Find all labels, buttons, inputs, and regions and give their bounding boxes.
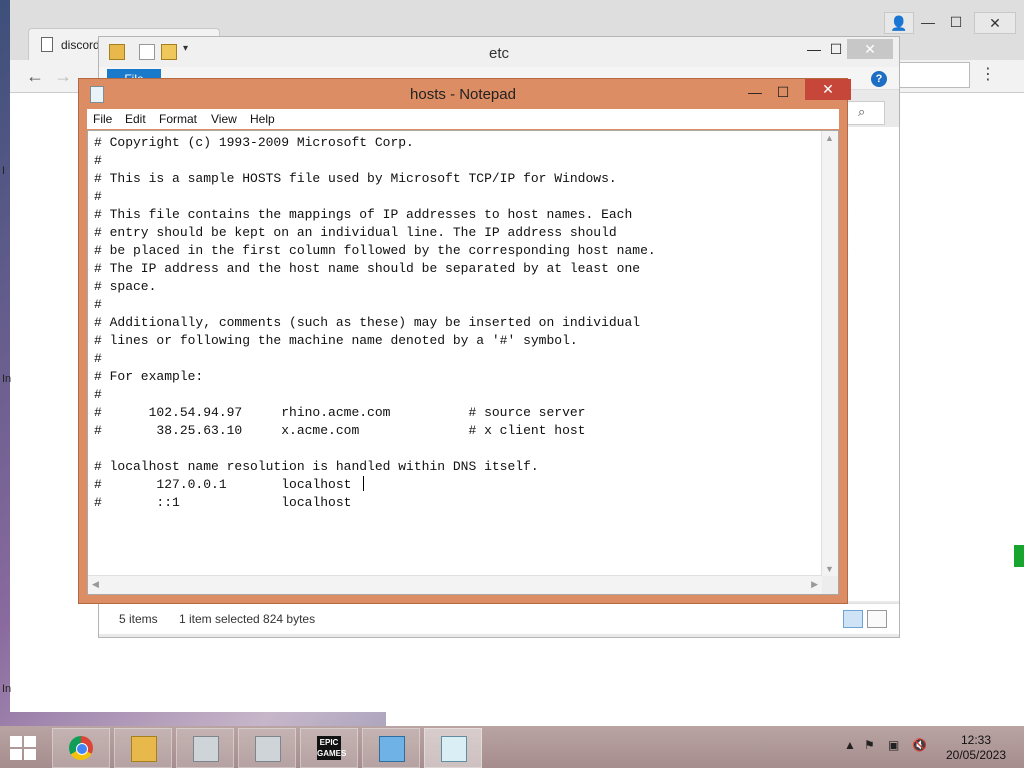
- text-caret: [363, 476, 364, 491]
- notepad-title: hosts - Notepad: [410, 86, 516, 103]
- taskbar-chrome[interactable]: [52, 728, 110, 768]
- page-fragment: In: [2, 683, 12, 695]
- page-green-element: [1014, 545, 1024, 567]
- chrome-icon: [69, 736, 93, 760]
- epic-games-icon: EPIC GAMES: [317, 736, 347, 760]
- page-icon: [41, 37, 53, 52]
- notepad-close-button[interactable]: ✕: [805, 79, 851, 100]
- scroll-up-icon[interactable]: ▲: [825, 133, 834, 143]
- network-icon[interactable]: ▣: [888, 738, 899, 752]
- explorer-close-button[interactable]: ✕: [847, 39, 893, 59]
- vertical-scrollbar[interactable]: ▲ ▼: [821, 131, 838, 576]
- chrome-menu-icon[interactable]: ⋮: [980, 64, 996, 84]
- hosts-file-content[interactable]: # Copyright (c) 1993-2009 Microsoft Corp…: [94, 134, 656, 512]
- menu-edit[interactable]: Edit: [125, 112, 146, 126]
- chrome-bottom-strip: [386, 704, 1024, 726]
- explorer-title: etc: [488, 45, 509, 62]
- windows-logo-icon: [10, 736, 22, 747]
- scroll-corner: [822, 576, 838, 594]
- search-icon: ⌕: [858, 104, 866, 119]
- explorer-status-bar: 5 items 1 item selected 824 bytes: [99, 603, 899, 634]
- installer-icon: [255, 736, 281, 762]
- chrome-maximize-button[interactable]: ☐: [942, 12, 970, 32]
- tab-title: discord: [61, 38, 100, 52]
- scroll-left-icon[interactable]: ◀: [92, 579, 99, 590]
- taskbar-installer-2[interactable]: [238, 728, 296, 768]
- address-bar[interactable]: [894, 62, 970, 88]
- clock-date: 20/05/2023: [945, 748, 1007, 762]
- details-view-icon[interactable]: [843, 610, 863, 628]
- taskbar-installer-1[interactable]: [176, 728, 234, 768]
- selection-info: 1 item selected 824 bytes: [179, 612, 316, 626]
- show-hidden-icons-icon[interactable]: ▲: [844, 738, 856, 752]
- scroll-down-icon[interactable]: ▼: [825, 564, 834, 574]
- taskbar-control-panel[interactable]: [362, 728, 420, 768]
- menu-file[interactable]: File: [93, 112, 112, 126]
- control-panel-icon: [379, 736, 405, 762]
- folder-icon: [131, 736, 157, 762]
- horizontal-scrollbar[interactable]: ◀ ▶: [88, 575, 822, 594]
- scroll-right-icon[interactable]: ▶: [811, 579, 818, 590]
- help-icon[interactable]: ?: [871, 71, 887, 87]
- menu-help[interactable]: Help: [250, 112, 275, 126]
- menu-view[interactable]: View: [211, 112, 237, 126]
- volume-muted-icon[interactable]: 🔇: [912, 738, 927, 752]
- installer-icon: [193, 736, 219, 762]
- notepad-maximize-button[interactable]: ☐: [769, 82, 797, 102]
- chrome-minimize-button[interactable]: —: [914, 12, 942, 32]
- notepad-icon: [441, 736, 467, 762]
- notepad-text-area[interactable]: # Copyright (c) 1993-2009 Microsoft Corp…: [87, 130, 839, 595]
- profile-button[interactable]: 👤: [884, 12, 914, 34]
- item-count: 5 items: [119, 612, 158, 626]
- taskbar-notepad[interactable]: [424, 728, 482, 768]
- large-icons-view-icon[interactable]: [867, 610, 887, 628]
- notepad-titlebar[interactable]: hosts - Notepad — ☐ ✕: [79, 79, 851, 109]
- taskbar: EPIC GAMES ▲ ⚑ ▣ 🔇: [0, 726, 1024, 768]
- taskbar-clock[interactable]: 12:33 20/05/2023: [936, 733, 1016, 763]
- chrome-close-button[interactable]: ✕: [974, 12, 1016, 34]
- back-arrow-icon[interactable]: ←: [26, 66, 44, 87]
- explorer-titlebar: ▾ etc — ☐ ✕: [99, 37, 899, 67]
- page-fragment: I: [2, 165, 6, 177]
- page-fragment: In: [2, 373, 12, 385]
- notepad-window: hosts - Notepad — ☐ ✕ File Edit Format V…: [78, 78, 851, 604]
- action-center-flag-icon[interactable]: ⚑: [864, 738, 875, 752]
- notepad-menubar: File Edit Format View Help: [87, 109, 839, 129]
- notepad-minimize-button[interactable]: —: [741, 82, 769, 102]
- forward-arrow-icon[interactable]: →: [54, 66, 72, 87]
- clock-time: 12:33: [960, 733, 992, 747]
- taskbar-file-explorer[interactable]: [114, 728, 172, 768]
- menu-format[interactable]: Format: [159, 112, 197, 126]
- start-button[interactable]: [6, 734, 40, 762]
- taskbar-epic-games[interactable]: EPIC GAMES: [300, 728, 358, 768]
